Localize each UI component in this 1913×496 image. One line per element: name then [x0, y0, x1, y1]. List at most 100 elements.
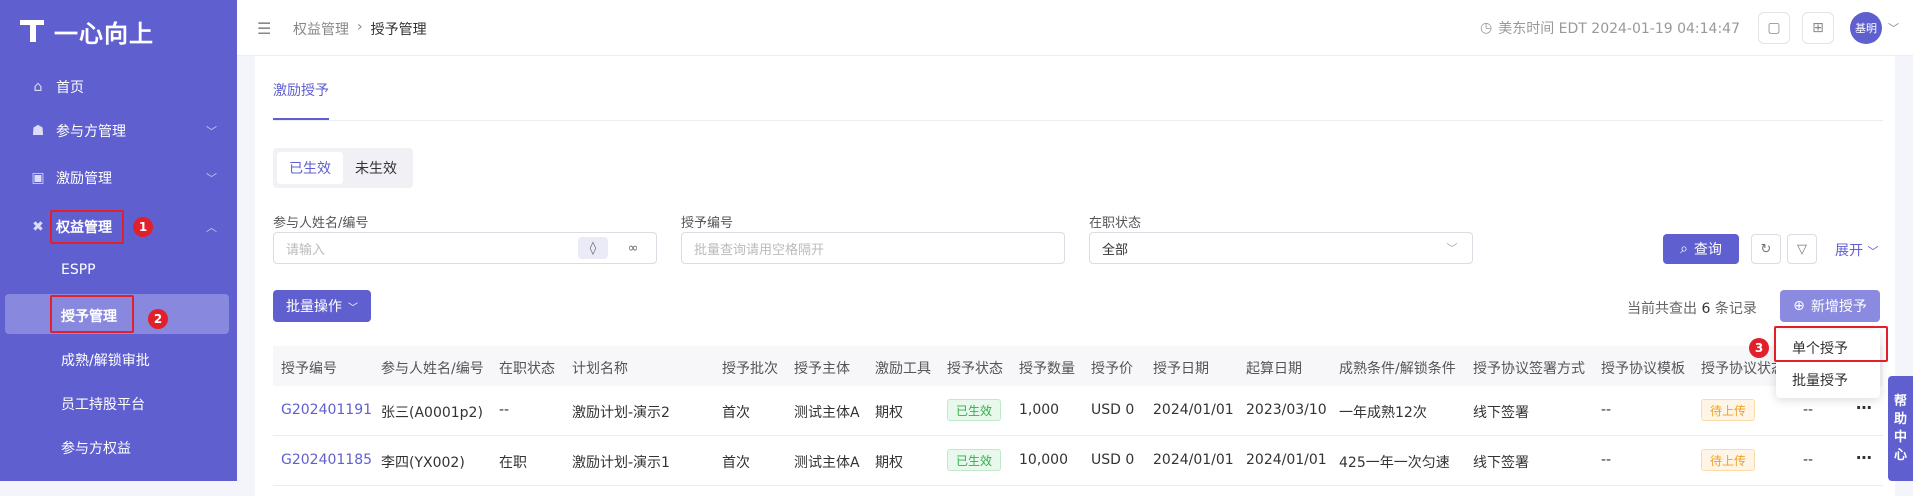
help-char: 心 — [1893, 447, 1907, 463]
users-icon: ☗ — [31, 123, 45, 139]
column-header: 参与人姓名/编号 — [381, 361, 484, 377]
chevron-down-icon[interactable]: ﹀ — [1888, 20, 1899, 36]
more-actions-icon[interactable]: ⋯ — [1856, 448, 1872, 467]
column-header: 起算日期 — [1246, 361, 1302, 377]
column-header: 授予日期 — [1153, 361, 1209, 377]
segment-not-effective[interactable]: 未生效 — [343, 152, 409, 184]
table-cell: -- — [499, 402, 510, 418]
breadcrumb-current: 授予管理 — [370, 22, 427, 38]
sidebar-item-home[interactable]: ⌂ 首页 — [0, 65, 237, 109]
reset-button[interactable]: ↻ — [1751, 234, 1781, 264]
table-cell: 425一年一次匀速 — [1339, 455, 1450, 471]
sidebar: 一心向上 ⌂ 首页 ☗ 参与方管理 ﹀ ▣ 激励管理 ﹀ ✖ 权益管理 ︿ ES… — [0, 0, 237, 481]
status-badge: 待上传 — [1701, 449, 1756, 471]
table-cell: -- — [1601, 402, 1612, 418]
column-header: 授予协议模板 — [1601, 361, 1685, 377]
grant-no-link[interactable]: G202401191 — [281, 402, 372, 418]
collapse-sidebar-icon[interactable]: ☰ — [257, 19, 271, 38]
column-header: 授予协议签署方式 — [1473, 361, 1585, 377]
filter-button[interactable]: ▽ — [1787, 234, 1817, 264]
sidebar-sub-esop-platform[interactable]: 员工持股平台 — [61, 394, 145, 414]
avatar[interactable]: 基明 — [1850, 12, 1882, 44]
step-badge: 3 — [1749, 338, 1769, 358]
home-icon: ⌂ — [33, 79, 43, 95]
table-cell: -- — [1601, 452, 1612, 468]
table-cell: 李四(YX002) — [381, 455, 465, 471]
query-button[interactable]: ⌕ 查询 — [1663, 234, 1739, 264]
record-count-prefix: 当前共查出 — [1627, 301, 1697, 317]
table-cell: 1,000 — [1019, 402, 1060, 418]
table-cell: 10,000 — [1019, 452, 1068, 468]
tab-grant[interactable]: 激励授予 — [273, 80, 329, 100]
sidebar-item-participants[interactable]: ☗ 参与方管理 ﹀ — [0, 109, 237, 153]
help-center-button[interactable]: 帮 助 中 心 — [1888, 376, 1913, 481]
record-count-suffix: 条记录 — [1714, 301, 1757, 317]
status-badge: 已生效 — [947, 399, 1002, 421]
equity-icon: ✖ — [32, 219, 44, 235]
grant-no-link[interactable]: G202401185 — [281, 452, 372, 468]
status-badge: 已生效 — [947, 449, 1002, 471]
table-row: G202401191 张三(A0001p2) -- 激励计划-演示2 首次 测试… — [273, 386, 1883, 436]
query-button-label: 查询 — [1693, 242, 1722, 258]
column-header: 计划名称 — [572, 361, 628, 377]
record-count: 当前共查出 6 条记录 — [1627, 298, 1757, 318]
more-actions-icon[interactable]: ⋯ — [1856, 398, 1872, 417]
grant-no-label: 授予编号 — [681, 216, 734, 231]
chevron-down-icon: ﹀ — [1446, 242, 1458, 255]
record-count-number: 6 — [1701, 301, 1711, 317]
status-segmented-control: 已生效 未生效 — [273, 148, 413, 188]
column-header: 授予协议状态 — [1701, 361, 1785, 377]
breadcrumb-item[interactable]: 权益管理 — [293, 19, 349, 39]
sidebar-sub-participant-equity[interactable]: 参与方权益 — [61, 438, 131, 458]
top-bar: ☰ 权益管理 › 授予管理 ◷ 美东时间 EDT 2024-01-19 04:1… — [237, 0, 1913, 56]
chevron-down-icon: ﹀ — [206, 172, 217, 185]
highlight-box — [50, 210, 124, 244]
sidebar-item-label: 参与方管理 — [56, 124, 126, 140]
status-select-value: 全部 — [1102, 242, 1129, 258]
breadcrumb: 权益管理 › 授予管理 — [293, 19, 427, 39]
table-cell: 线下签署 — [1473, 405, 1529, 421]
participant-input[interactable]: 请输入 ◊ ∞ — [273, 232, 657, 264]
gift-icon: ▣ — [31, 170, 45, 186]
table-cell: 首次 — [722, 405, 750, 421]
status-select[interactable]: 全部 ﹀ — [1089, 232, 1473, 264]
table-cell: 激励计划-演示1 — [572, 455, 670, 471]
segment-effective[interactable]: 已生效 — [277, 152, 343, 184]
refresh-icon: ↻ — [1760, 241, 1772, 257]
highlight-box — [1774, 326, 1888, 362]
table-cell: 首次 — [722, 455, 750, 471]
menu-item-batch-grant[interactable]: 批量授予 — [1792, 370, 1848, 390]
sidebar-sub-espp[interactable]: ESPP — [61, 262, 96, 278]
highlight-box — [50, 295, 134, 333]
clock-icon: ◷ — [1480, 20, 1493, 36]
column-header: 授予状态 — [947, 361, 1003, 377]
help-char: 中 — [1893, 429, 1907, 445]
sidebar-item-incentive[interactable]: ▣ 激励管理 ﹀ — [0, 156, 237, 200]
participant-placeholder: 请输入 — [286, 242, 326, 258]
link-icon[interactable]: ∞ — [618, 233, 648, 263]
add-grant-button[interactable]: ⊕ 新增授予 — [1780, 290, 1880, 322]
batch-operation-label: 批量操作 — [286, 299, 342, 315]
batch-operation-button[interactable]: 批量操作 ﹀ — [273, 290, 371, 322]
grant-no-input[interactable]: 批量查询请用空格隔开 — [681, 232, 1065, 264]
participant-label: 参与人姓名/编号 — [273, 216, 369, 231]
expand-toggle[interactable]: 展开 ﹀ — [1835, 240, 1878, 260]
time-text: 美东时间 EDT 2024-01-19 04:14:47 — [1498, 21, 1740, 37]
column-header: 授予价 — [1091, 361, 1133, 377]
droplet-icon[interactable]: ◊ — [578, 237, 608, 259]
logo[interactable]: 一心向上 — [20, 14, 154, 48]
column-header: 激励工具 — [875, 361, 931, 377]
clipboard-button[interactable]: ▢ — [1758, 12, 1790, 44]
table-cell: 线下签署 — [1473, 455, 1529, 471]
table-cell: USD 0 — [1091, 402, 1135, 418]
gift-button[interactable]: ⊞ — [1802, 12, 1834, 44]
timezone-clock: ◷ 美东时间 EDT 2024-01-19 04:14:47 — [1480, 18, 1740, 38]
grant-no-placeholder: 批量查询请用空格隔开 — [694, 242, 825, 258]
table-cell: 测试主体A — [794, 455, 860, 471]
column-header: 授予编号 — [281, 361, 337, 377]
expand-label: 展开 — [1835, 243, 1863, 259]
filter-icon: ▽ — [1797, 241, 1807, 257]
breadcrumb-separator-icon: › — [357, 19, 363, 35]
column-header: 授予主体 — [794, 361, 850, 377]
sidebar-sub-vesting-approval[interactable]: 成熟/解锁审批 — [61, 350, 150, 370]
